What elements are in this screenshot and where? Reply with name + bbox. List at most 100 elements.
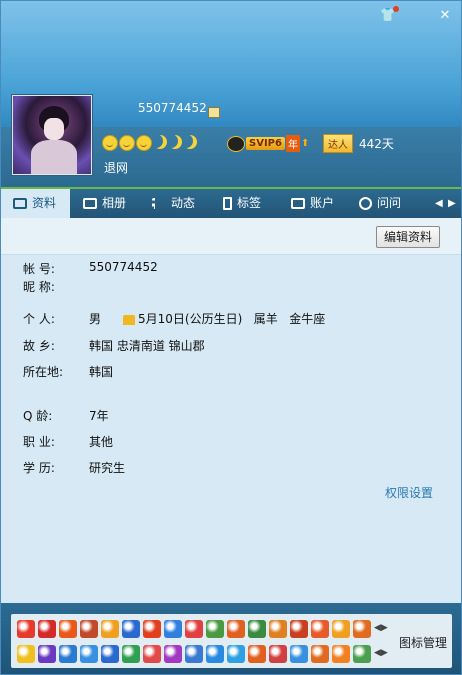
service-icon[interactable] [185,645,203,663]
personal-label: 个 人: [23,312,55,326]
wallet-icon [291,198,305,209]
nickname-row: 昵 称: [23,278,77,295]
service-icon[interactable] [290,620,308,638]
account-row: 帐 号: 550774452 [23,260,158,277]
icon-manage-button[interactable]: 图标管理 [399,634,447,651]
service-icon[interactable] [311,620,329,638]
photo-icon [83,198,97,209]
gender: 男 [89,312,102,326]
profile-content: 编辑资料 帐 号: 550774452 昵 称: 个 人: 男 5月10日(公历生… [1,218,461,603]
zodiac: 属羊 [253,312,278,326]
job-label: 职 业: [23,435,55,449]
tab-scroll-left-icon[interactable]: ◀ [435,189,443,218]
moon-icon [183,135,197,149]
svip-year: 年 [285,135,300,152]
service-icon[interactable] [290,645,308,663]
online-days: 442天 [359,137,394,151]
crown-icon [123,314,136,325]
close-icon[interactable]: ✕ [436,7,454,25]
tab-profile[interactable]: 资料 [1,189,70,218]
service-icon[interactable] [101,620,119,638]
service-icon[interactable] [227,645,245,663]
service-icon[interactable] [332,645,350,663]
service-icon[interactable] [17,620,35,638]
notification-dot [393,6,399,12]
service-icon[interactable] [101,645,119,663]
moon-icon [168,135,182,149]
hometown-label: 故 乡: [23,339,55,353]
hometown-value: 韩国 忠清南道 锦山郡 [89,339,205,353]
service-icon[interactable] [353,645,371,663]
service-icon[interactable] [269,645,287,663]
constellation: 金牛座 [289,312,326,326]
service-icon[interactable] [248,620,266,638]
service-icon[interactable] [38,645,56,663]
service-icon[interactable] [311,645,329,663]
copy-icon[interactable] [208,107,220,118]
permission-settings-link[interactable]: 权限设置 [385,484,433,501]
icon-row-2-nav[interactable]: ◀▶ [374,648,388,658]
service-icon[interactable] [59,645,77,663]
education-label: 学 历: [23,461,55,475]
service-icon[interactable] [206,620,224,638]
education-value: 研究生 [89,461,126,475]
service-icon[interactable] [143,620,161,638]
service-icon[interactable] [353,620,371,638]
level-icons[interactable] [102,135,197,151]
icon-row-2 [17,645,371,663]
daren-badge[interactable]: 达人 442天 [323,134,394,153]
tab-label: 标签 [237,196,262,210]
sun-icon [119,135,135,151]
bookmark-icon [223,197,232,210]
account-label: 帐 号: [23,262,55,276]
location-label: 所在地: [23,365,64,379]
svip-level: SVIP6 [246,137,285,150]
education-row: 学 历: 研究生 [23,459,125,476]
service-icon[interactable] [143,645,161,663]
penguin-icon [227,135,245,152]
service-icon[interactable] [80,645,98,663]
service-icon[interactable] [332,620,350,638]
daren-label: 达人 [323,134,353,153]
icon-row-1-nav[interactable]: ◀▶ [374,623,388,633]
q-age-row: Q 龄: 7年 [23,407,109,424]
service-icon[interactable] [122,645,140,663]
service-icon[interactable] [164,645,182,663]
svip-badge[interactable]: SVIP6 年 ⬆ [227,135,309,152]
content-toolbar: 编辑资料 [1,218,461,255]
tab-feed[interactable]: 动态 [152,189,195,218]
tab-ask[interactable]: 问问 [359,189,401,218]
tab-scroll-right-icon[interactable]: ▶ [448,189,456,218]
tab-label: 问问 [377,196,402,210]
service-icon[interactable] [269,620,287,638]
service-icon[interactable] [227,620,245,638]
moon-icon [153,135,167,149]
service-icon[interactable] [80,620,98,638]
sun-icon [102,135,118,151]
nickname-label: 昵 称: [23,280,55,294]
tab-bar: 资料 相册 动态 标签 账户 问问 ◀ ▶ [1,187,461,218]
tab-tags[interactable]: 标签 [223,189,261,218]
up-arrow-icon: ⬆ [300,138,310,149]
service-icon[interactable] [59,620,77,638]
q-age-value: 7年 [89,409,109,423]
service-icon[interactable] [248,645,266,663]
question-icon [359,197,372,210]
service-icon[interactable] [122,620,140,638]
service-icon[interactable] [206,645,224,663]
avatar[interactable] [12,95,92,175]
profile-window: 👕 ✕ 550774452 SVIP6 年 ⬆ 达人 442天 退网 资料 相册… [0,0,462,675]
service-icon[interactable] [185,620,203,638]
service-icon[interactable] [164,620,182,638]
service-icon[interactable] [17,645,35,663]
icon-row-1 [17,620,371,638]
personal-row: 个 人: 男 5月10日(公历生日) 属羊 金牛座 [23,310,325,327]
list-icon [152,198,166,209]
tab-label: 账户 [310,196,335,210]
edit-profile-button[interactable]: 编辑资料 [376,226,440,248]
tab-label: 动态 [171,196,196,210]
tab-account[interactable]: 账户 [291,189,334,218]
service-icon[interactable] [38,620,56,638]
tab-label: 资料 [32,196,57,210]
tab-album[interactable]: 相册 [83,189,126,218]
